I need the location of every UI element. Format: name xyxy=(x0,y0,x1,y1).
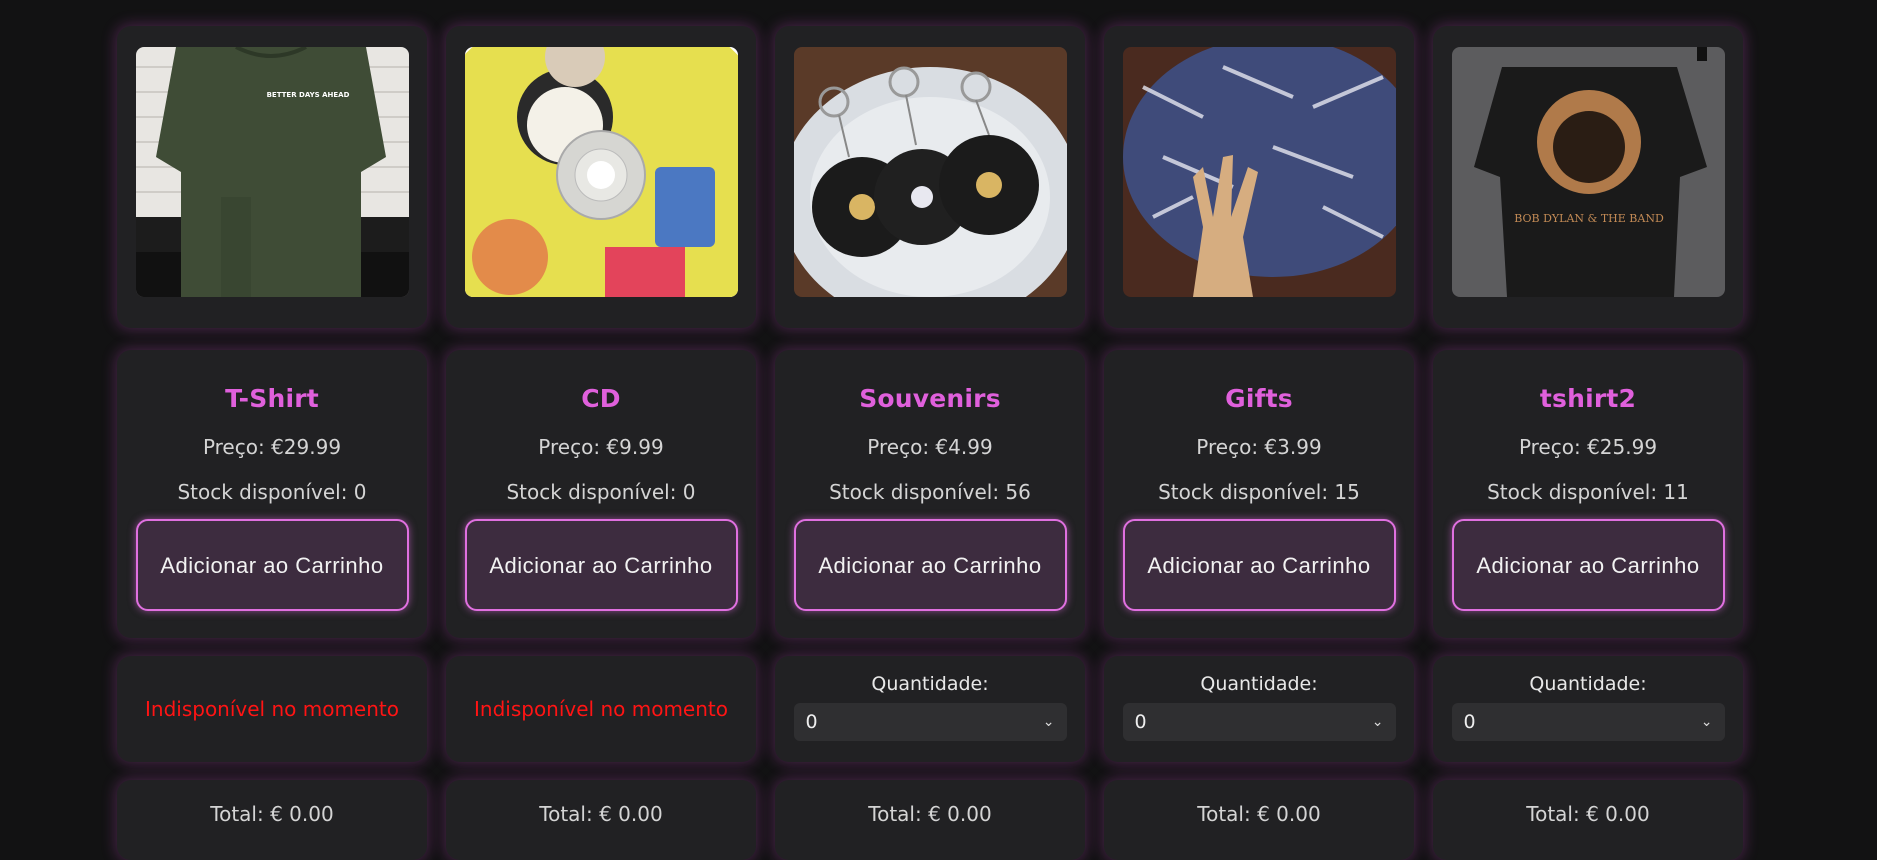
add-to-cart-button[interactable]: Adicionar ao Carrinho xyxy=(1122,519,1396,611)
product-stock: Stock disponível: 0 xyxy=(506,480,696,504)
product-image-card xyxy=(1104,26,1414,328)
quantity-label: Quantidade: xyxy=(871,673,989,695)
product-price: Preço: €4.99 xyxy=(867,435,993,459)
product-grid: BETTER DAYS AHEAD T-Shirt Preço: €29.99 … xyxy=(117,26,1743,860)
product-info-card: Gifts Preço: €3.99 Stock disponível: 15 … xyxy=(1104,350,1414,638)
chevron-down-icon: ⌄ xyxy=(1371,714,1384,730)
quantity-value: 0 xyxy=(1463,711,1476,733)
product-column: Souvenirs Preço: €4.99 Stock disponível:… xyxy=(775,26,1085,860)
shirt-print-text: BETTER DAYS AHEAD xyxy=(267,91,350,99)
product-total: Total: € 0.00 xyxy=(868,802,992,826)
product-price: Preço: €25.99 xyxy=(1518,435,1658,459)
product-stock: Stock disponível: 0 xyxy=(177,480,367,504)
product-image[interactable]: BOB DYLAN & THE BAND xyxy=(1452,47,1725,297)
product-column: Gifts Preço: €3.99 Stock disponível: 15 … xyxy=(1104,26,1414,860)
quantity-card: Quantidade: 0 ⌄ xyxy=(1104,656,1414,762)
quantity-label: Quantidade: xyxy=(1529,673,1647,695)
product-image-card xyxy=(775,26,1085,328)
product-image[interactable] xyxy=(465,47,738,297)
product-title: T-Shirt xyxy=(225,384,319,413)
product-image-card: BETTER DAYS AHEAD xyxy=(117,26,427,328)
product-image[interactable] xyxy=(794,47,1067,297)
quantity-label: Quantidade: xyxy=(1200,673,1318,695)
product-title: tshirt2 xyxy=(1539,384,1637,413)
add-to-cart-button[interactable]: Adicionar ao Carrinho xyxy=(1451,519,1725,611)
product-info-card: tshirt2 Preço: €25.99 Stock disponível: … xyxy=(1433,350,1743,638)
product-title: Souvenirs xyxy=(859,384,1001,413)
quantity-card: Indisponível no momento xyxy=(446,656,756,762)
product-image[interactable]: BETTER DAYS AHEAD xyxy=(136,47,409,297)
product-image[interactable] xyxy=(1123,47,1396,297)
total-card: Total: € 0.00 xyxy=(1104,780,1414,860)
add-to-cart-button[interactable]: Adicionar ao Carrinho xyxy=(464,519,738,611)
product-price: Preço: €29.99 xyxy=(202,435,342,459)
total-card: Total: € 0.00 xyxy=(117,780,427,860)
product-image-card xyxy=(446,26,756,328)
quantity-card: Indisponível no momento xyxy=(117,656,427,762)
product-info-card: T-Shirt Preço: €29.99 Stock disponível: … xyxy=(117,350,427,638)
product-info-card: Souvenirs Preço: €4.99 Stock disponível:… xyxy=(775,350,1085,638)
product-title: CD xyxy=(581,384,621,413)
product-column: BOB DYLAN & THE BAND tshirt2 Preço: €25.… xyxy=(1433,26,1743,860)
product-column: CD Preço: €9.99 Stock disponível: 0 Adic… xyxy=(446,26,756,860)
product-total: Total: € 0.00 xyxy=(1526,802,1650,826)
product-stock: Stock disponível: 11 xyxy=(1487,480,1689,504)
chevron-down-icon: ⌄ xyxy=(1700,714,1713,730)
product-total: Total: € 0.00 xyxy=(539,802,663,826)
chevron-down-icon: ⌄ xyxy=(1042,714,1055,730)
product-info-card: CD Preço: €9.99 Stock disponível: 0 Adic… xyxy=(446,350,756,638)
total-card: Total: € 0.00 xyxy=(1433,780,1743,860)
product-stock: Stock disponível: 56 xyxy=(829,480,1031,504)
product-title: Gifts xyxy=(1225,384,1293,413)
product-total: Total: € 0.00 xyxy=(210,802,334,826)
quantity-value: 0 xyxy=(805,711,818,733)
quantity-select[interactable]: 0 ⌄ xyxy=(1122,703,1396,741)
product-stock: Stock disponível: 15 xyxy=(1158,480,1360,504)
quantity-value: 0 xyxy=(1134,711,1147,733)
product-price: Preço: €3.99 xyxy=(1196,435,1322,459)
total-card: Total: € 0.00 xyxy=(446,780,756,860)
product-price: Preço: €9.99 xyxy=(538,435,664,459)
add-to-cart-button[interactable]: Adicionar ao Carrinho xyxy=(793,519,1067,611)
quantity-select[interactable]: 0 ⌄ xyxy=(1451,703,1725,741)
add-to-cart-button[interactable]: Adicionar ao Carrinho xyxy=(135,519,409,611)
shirt-print-text: BOB DYLAN & THE BAND xyxy=(1514,212,1664,225)
unavailable-message: Indisponível no momento xyxy=(145,697,399,721)
product-image-card: BOB DYLAN & THE BAND xyxy=(1433,26,1743,328)
product-column: BETTER DAYS AHEAD T-Shirt Preço: €29.99 … xyxy=(117,26,427,860)
total-card: Total: € 0.00 xyxy=(775,780,1085,860)
unavailable-message: Indisponível no momento xyxy=(474,697,728,721)
quantity-card: Quantidade: 0 ⌄ xyxy=(1433,656,1743,762)
quantity-card: Quantidade: 0 ⌄ xyxy=(775,656,1085,762)
quantity-select[interactable]: 0 ⌄ xyxy=(793,703,1067,741)
product-total: Total: € 0.00 xyxy=(1197,802,1321,826)
